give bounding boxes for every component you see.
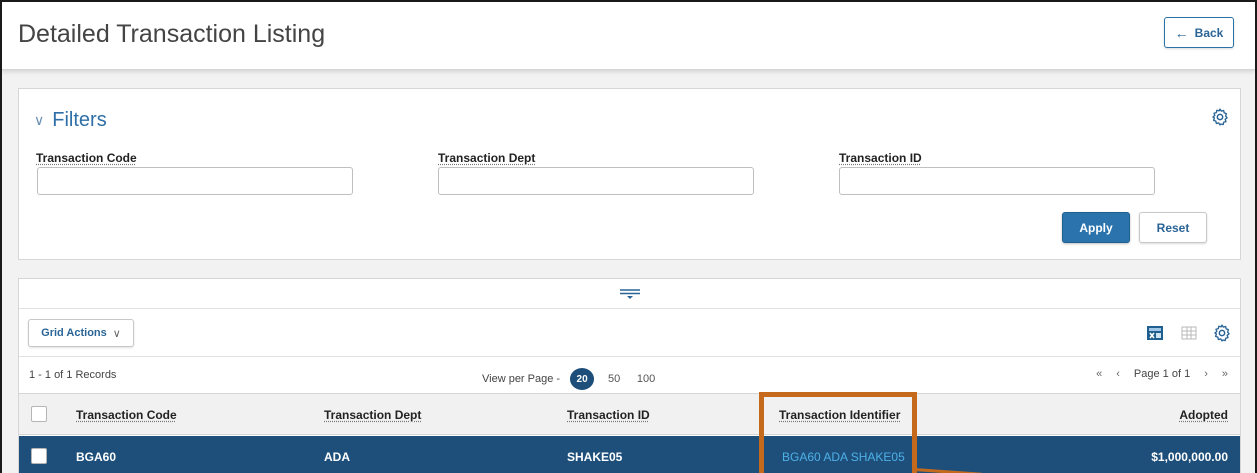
next-page-icon[interactable]: › [1204,368,1208,380]
transaction-dept-label: Transaction Dept [438,151,536,165]
transaction-code-label: Transaction Code [36,151,137,165]
collapse-handle[interactable] [19,279,1240,309]
page-size-50[interactable]: 50 [602,368,626,390]
apply-button[interactable]: Apply [1062,212,1130,243]
page-navigation: « ‹ Page 1 of 1 › » [1096,368,1228,380]
grid-view-icon[interactable] [1179,323,1199,343]
page-size-100[interactable]: 100 [634,368,658,390]
collapse-icon [619,288,640,299]
column-header-transaction-code[interactable]: Transaction Code [76,408,177,422]
table-row[interactable]: BGA60 ADA SHAKE05 BGA60 ADA SHAKE05 $1,0… [19,436,1240,473]
back-button-label: Back [1194,25,1224,40]
page-header: Detailed Transaction Listing ← Back [2,2,1255,70]
page-title: Detailed Transaction Listing [18,20,326,48]
row-checkbox[interactable] [31,448,47,464]
column-header-adopted[interactable]: Adopted [1179,408,1228,422]
filters-toggle[interactable]: ∨ Filters [34,109,107,132]
transaction-dept-input[interactable] [438,167,754,195]
cell-transaction-code: BGA60 [76,450,117,464]
table-header: Transaction Code Transaction Dept Transa… [19,394,1240,435]
transaction-id-label: Transaction ID [839,151,922,165]
pager-bar: 1 - 1 of 1 Records View per Page - 20 50… [19,357,1240,394]
records-count: 1 - 1 of 1 Records [29,369,117,381]
page-indicator: Page 1 of 1 [1133,368,1191,380]
cell-transaction-id: SHAKE05 [567,450,623,464]
export-excel-icon[interactable] [1145,323,1165,343]
transaction-id-input[interactable] [839,167,1155,195]
select-all-checkbox[interactable] [31,406,47,422]
transaction-code-input[interactable] [37,167,353,195]
back-button[interactable]: ← Back [1164,17,1234,48]
filters-title: Filters [52,109,107,131]
chevron-down-icon: ∨ [34,112,45,128]
column-header-transaction-id[interactable]: Transaction ID [567,408,650,422]
grid-actions-button[interactable]: Grid Actions ∨ [28,319,134,347]
grid-actions-label: Grid Actions [41,327,107,339]
grid-panel: Grid Actions ∨ 1 - 1 of 1 Records View p… [18,278,1241,473]
last-page-icon[interactable]: » [1222,368,1228,380]
app-frame: Detailed Transaction Listing ← Back ∨ Fi… [0,0,1257,473]
back-arrow-icon: ← [1174,24,1189,41]
view-per-page: View per Page - 20 50 100 [482,368,662,390]
filters-panel: ∨ Filters Transaction Code Transaction D… [18,88,1241,260]
view-per-page-label: View per Page - [482,373,561,385]
cell-transaction-dept: ADA [324,450,350,464]
grid-toolbar: Grid Actions ∨ [19,309,1240,357]
cell-adopted: $1,000,000.00 [1151,450,1228,464]
chevron-down-icon: ∨ [112,327,121,340]
reset-button[interactable]: Reset [1139,212,1207,243]
gear-icon[interactable] [1210,107,1230,127]
page-size-20[interactable]: 20 [570,368,595,390]
first-page-icon[interactable]: « [1096,368,1102,380]
cell-transaction-identifier-link[interactable]: BGA60 ADA SHAKE05 [782,450,905,464]
column-header-transaction-identifier[interactable]: Transaction Identifier [779,408,900,422]
gear-icon[interactable] [1212,323,1232,343]
prev-page-icon[interactable]: ‹ [1116,368,1120,380]
column-header-transaction-dept[interactable]: Transaction Dept [324,408,421,422]
